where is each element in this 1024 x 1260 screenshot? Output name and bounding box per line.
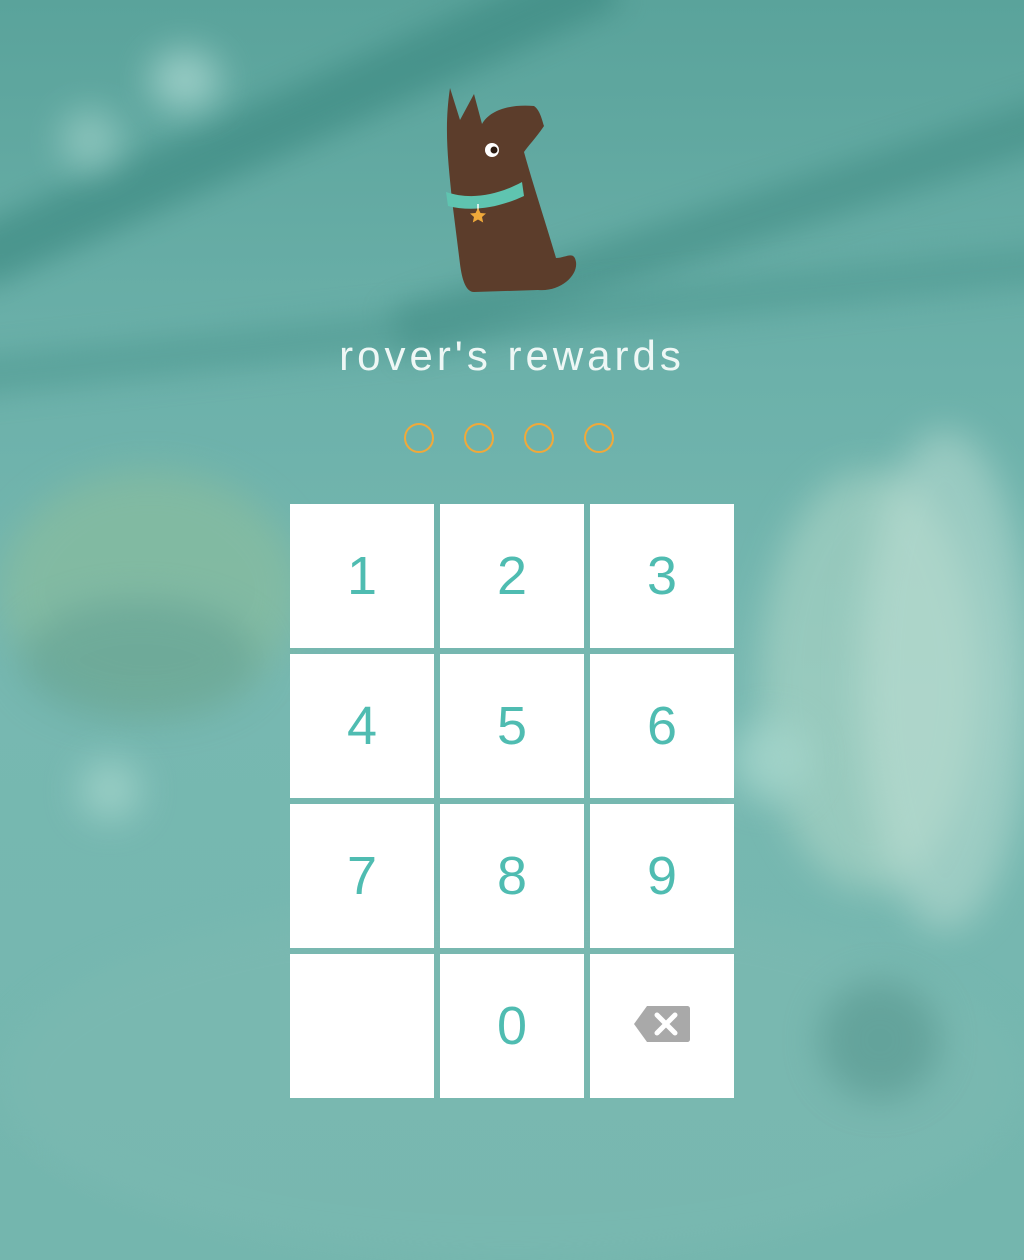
key-8-button[interactable]: 8 bbox=[440, 804, 584, 948]
blank-key bbox=[290, 954, 434, 1098]
pin-dot bbox=[524, 423, 554, 453]
key-1-button[interactable]: 1 bbox=[290, 504, 434, 648]
pin-dot bbox=[404, 423, 434, 453]
app-title: rover's rewards bbox=[339, 332, 685, 379]
pin-indicator bbox=[404, 423, 614, 455]
key-4-button[interactable]: 4 bbox=[290, 654, 434, 798]
key-9-button[interactable]: 9 bbox=[590, 804, 734, 948]
key-6-button[interactable]: 6 bbox=[590, 654, 734, 798]
key-5-button[interactable]: 5 bbox=[440, 654, 584, 798]
numeric-keypad: 1 2 3 4 5 6 7 8 9 0 bbox=[290, 504, 734, 1098]
pin-dot bbox=[584, 423, 614, 453]
pin-dot bbox=[464, 423, 494, 453]
key-7-button[interactable]: 7 bbox=[290, 804, 434, 948]
key-2-button[interactable]: 2 bbox=[440, 504, 584, 648]
key-0-button[interactable]: 0 bbox=[440, 954, 584, 1098]
backspace-button[interactable] bbox=[590, 954, 734, 1098]
key-3-button[interactable]: 3 bbox=[590, 504, 734, 648]
backspace-icon bbox=[633, 995, 691, 1057]
dog-logo-icon bbox=[430, 80, 590, 300]
